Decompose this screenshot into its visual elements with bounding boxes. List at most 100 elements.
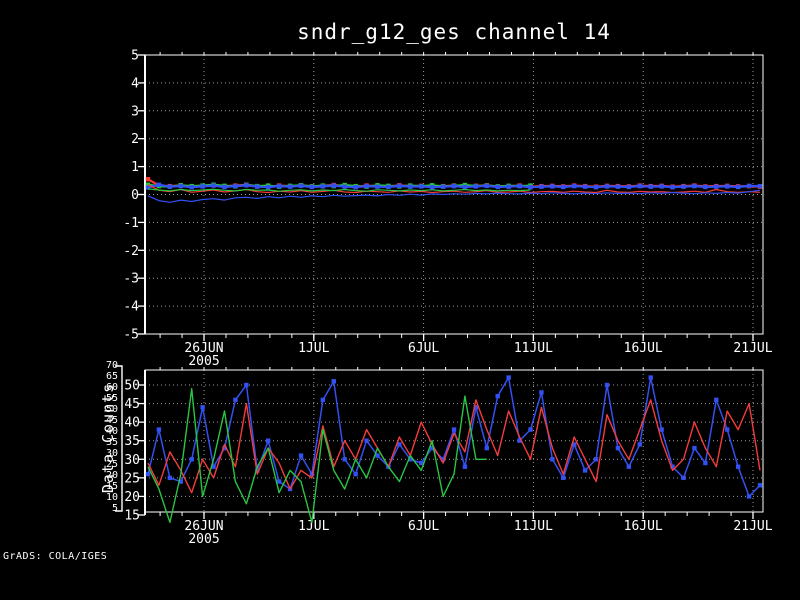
blue-marked-marker [692, 183, 697, 189]
blue-marked-marker [276, 183, 282, 189]
blue-marked-marker [255, 184, 260, 189]
blue-marked-marker [189, 185, 194, 190]
blue-marked-marker [550, 184, 555, 189]
data-counts-axis-label: Data Counts [99, 382, 117, 494]
y-tick-label: 45 [124, 397, 140, 412]
y-tick-label: 25 [124, 471, 140, 486]
y-tick-label: -5 [123, 328, 139, 343]
blue-counts-marker [703, 460, 708, 466]
blue-marked-marker [725, 184, 730, 189]
blue-counts-marker [451, 427, 457, 432]
blue-counts-marker [561, 475, 566, 481]
blue-marked-marker [626, 184, 632, 190]
y-tick-label: 20 [124, 490, 140, 505]
blue-counts-marker [320, 397, 326, 403]
outer-scale-label: 5 [111, 503, 118, 514]
y-tick-label: 4 [131, 76, 139, 91]
blue-counts-marker [528, 427, 533, 432]
blue-counts-marker [342, 457, 347, 462]
x-tick-label: 16JUL [624, 519, 663, 534]
blue-counts-marker [276, 479, 282, 484]
blue-counts-marker [735, 464, 741, 469]
blue-marked-marker [735, 184, 741, 190]
x-tick-label: 21JUL [733, 341, 772, 356]
x-tick-label: 6JUL [408, 341, 439, 356]
x-tick-label: 11JUL [514, 519, 553, 534]
x-tick-label: 11JUL [514, 341, 553, 356]
blue-marked-marker [648, 184, 653, 189]
blue-marked-marker [528, 185, 533, 190]
bottom-chart-panel: 504540353025201526JUN 1JUL 6JUL 11JUL 16JUL 2… [124, 367, 773, 547]
blue-marked-marker [331, 183, 336, 188]
y-tick-label: -2 [123, 244, 139, 259]
x-tick-label: 1JUL [298, 519, 329, 534]
blue-counts-marker [714, 397, 719, 403]
blue-marked-marker [440, 184, 446, 189]
x-tick-label: 16JUL [624, 341, 663, 356]
y-tick-label: 5 [131, 49, 139, 64]
blue-marked-marker [200, 184, 205, 189]
blue-counts-marker [364, 438, 369, 443]
blue-counts-marker [539, 390, 544, 395]
blue-marked-marker [495, 184, 500, 190]
blue-counts-marker [637, 442, 642, 447]
x-year-label: 2005 [188, 354, 219, 369]
blue-marked-marker [397, 183, 402, 189]
blue-counts-marker [725, 427, 730, 432]
blue-counts-marker [331, 379, 336, 384]
blue-counts-marker [244, 382, 249, 388]
blue-counts-marker [659, 427, 664, 432]
blue-marked-marker [167, 184, 173, 189]
y-tick-label: 3 [131, 104, 139, 119]
blue-marked-marker [670, 185, 675, 190]
blue-marked-marker [484, 183, 489, 189]
blue-counts-marker [746, 494, 752, 499]
red-marked-marker [145, 176, 151, 182]
blue-marked-marker [517, 183, 522, 189]
blue-marked-marker [637, 183, 642, 189]
blue-counts-marker [681, 475, 686, 481]
grads-figure: 5 4 3 2 1 0 -1 -2 -3 -4 -5 26JUN 1JUL 6JUL 11JUL 16JUL 2… [0, 0, 800, 600]
blue-counts-marker [200, 405, 205, 410]
blue-counts-marker [189, 457, 194, 462]
y-tick-label: -3 [123, 272, 139, 287]
y-tick-label: 0 [131, 188, 139, 203]
blue-marked-marker [353, 185, 358, 190]
blue-marked-marker [539, 184, 544, 189]
x-tick-label: 1JUL [298, 341, 329, 356]
y-tick-label: 15 [124, 508, 140, 523]
blue-marked-marker [429, 185, 435, 190]
blue-counts-marker [648, 375, 653, 380]
blue-marked-marker [419, 184, 424, 189]
blue-counts-marker [167, 475, 173, 481]
y-tick-label: 30 [124, 453, 140, 468]
blue-marked-marker [364, 183, 369, 189]
blue-counts-marker [692, 445, 697, 451]
blue-marked-marker [462, 184, 468, 190]
blue-marked-marker [211, 183, 216, 188]
x-tick-label: 6JUL [408, 519, 439, 534]
blue-counts-marker [298, 453, 304, 458]
blue-marked-marker [746, 183, 752, 189]
figure-svg: 543210-1-2-3-4-526JUN 1JUL 6JUL 11JUL 16JUL 2… [115, 49, 773, 547]
blue-marked-marker [222, 184, 227, 190]
y-tick-label: 50 [124, 379, 140, 394]
blue-marked-marker [681, 184, 686, 189]
chart-title: sndr_g12_ges channel 14 [297, 20, 611, 44]
x-year-label: 2005 [188, 532, 219, 547]
blue-counts-marker [615, 445, 621, 451]
blue-marked-marker [233, 183, 238, 189]
blue-counts-marker [506, 375, 511, 380]
blue-marked-marker [451, 183, 457, 189]
blue-counts-marker [626, 464, 632, 469]
blue-marked-marker [659, 184, 664, 189]
y-tick-label: 1 [131, 160, 139, 175]
y-tick-label: -4 [123, 300, 139, 315]
x-tick-label: 21JUL [733, 519, 772, 534]
top-chart-panel: 543210-1-2-3-4-526JUN 1JUL 6JUL 11JUL 16JUL 2… [123, 49, 772, 370]
y-tick-label: -1 [123, 216, 139, 231]
blue-counts-marker [757, 483, 763, 488]
blue-marked-marker [473, 184, 479, 189]
blue-marked-marker [287, 184, 293, 189]
blue-marked-marker [178, 183, 183, 189]
